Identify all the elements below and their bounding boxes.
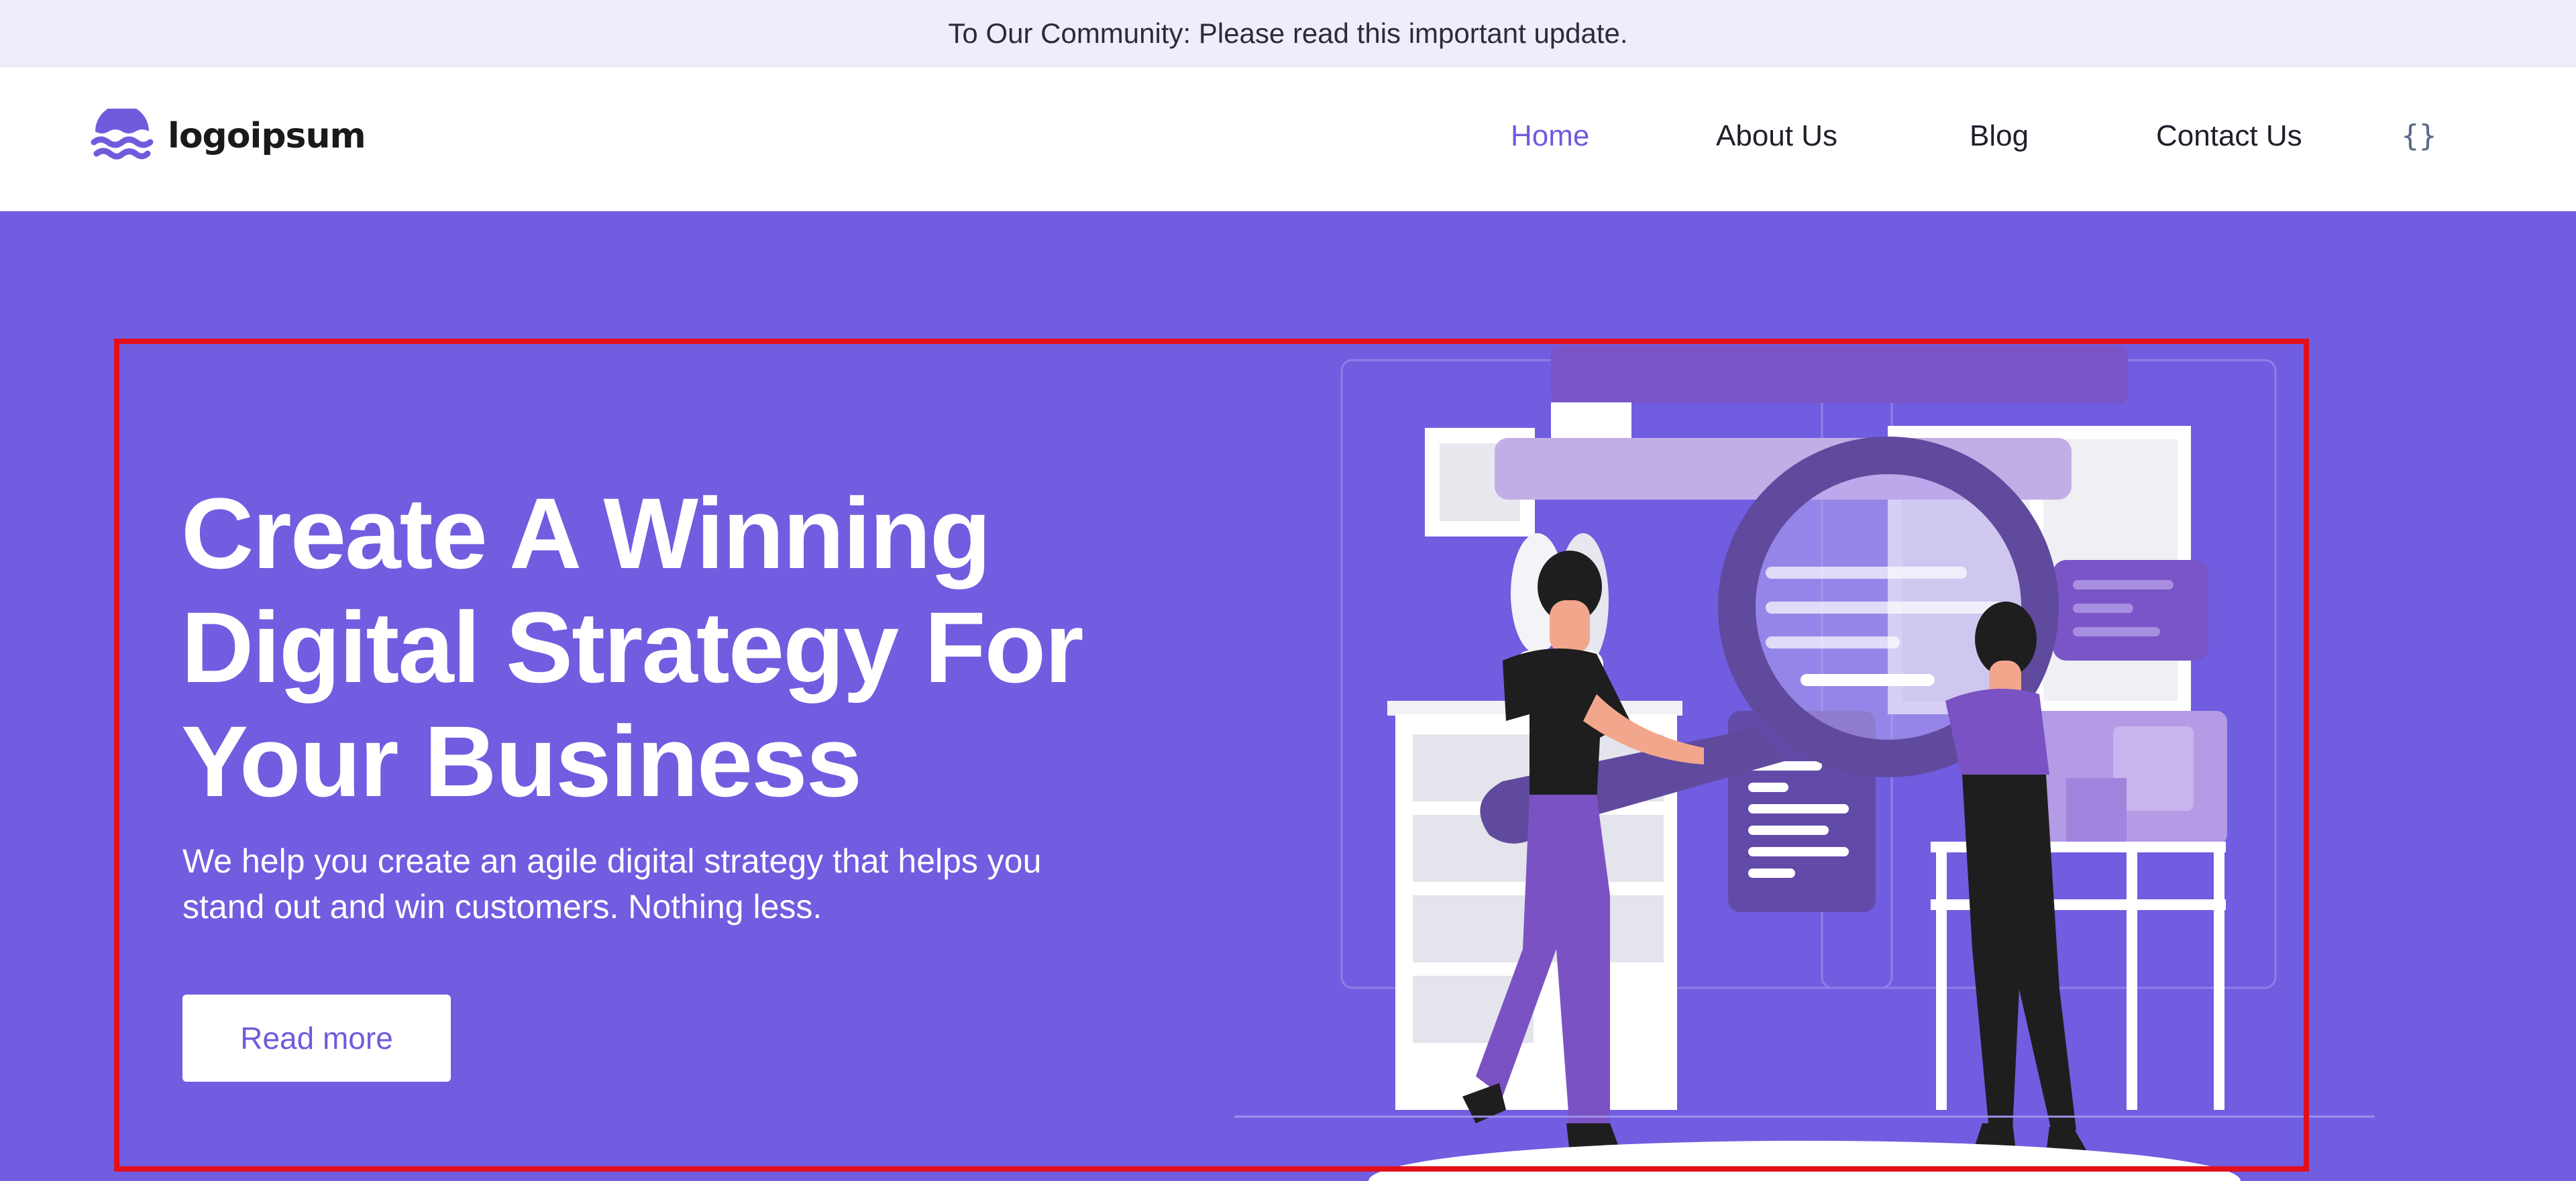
- nav-home-link[interactable]: Home: [1511, 119, 1589, 153]
- hero-subtitle-line: We help you create an agile digital stra…: [182, 842, 1042, 880]
- read-more-button[interactable]: Read more: [182, 995, 451, 1082]
- nav-about-link[interactable]: About Us: [1716, 119, 1837, 153]
- logo[interactable]: logoipsum: [90, 109, 366, 164]
- nav-contact-link[interactable]: Contact Us: [2156, 119, 2302, 153]
- hero-subtitle-line: stand out and win customers. Nothing les…: [182, 888, 822, 925]
- code-braces-icon[interactable]: {}: [2399, 115, 2439, 156]
- hero-title-line: Your Business: [181, 705, 862, 818]
- hero-title-line: Create A Winning: [181, 477, 991, 589]
- navbar: logoipsum Home About Us Blog Contact Us …: [0, 67, 2576, 211]
- hero-subtitle: We help you create an agile digital stra…: [182, 838, 1189, 930]
- logo-text: logoipsum: [168, 116, 366, 156]
- announcement-text[interactable]: To Our Community: Please read this impor…: [948, 17, 1627, 50]
- announcement-bar: To Our Community: Please read this impor…: [0, 0, 2576, 67]
- two-people-magnifying-glass-illustration: [1234, 345, 2375, 1181]
- nav-blog-link[interactable]: Blog: [1970, 119, 2029, 153]
- hero-section: Create A Winning Digital Strategy For Yo…: [0, 211, 2576, 1181]
- hero-title-line: Digital Strategy For: [181, 591, 1084, 704]
- hero-title: Create A Winning Digital Strategy For Yo…: [181, 476, 1322, 818]
- waves-logo-icon: [91, 109, 154, 160]
